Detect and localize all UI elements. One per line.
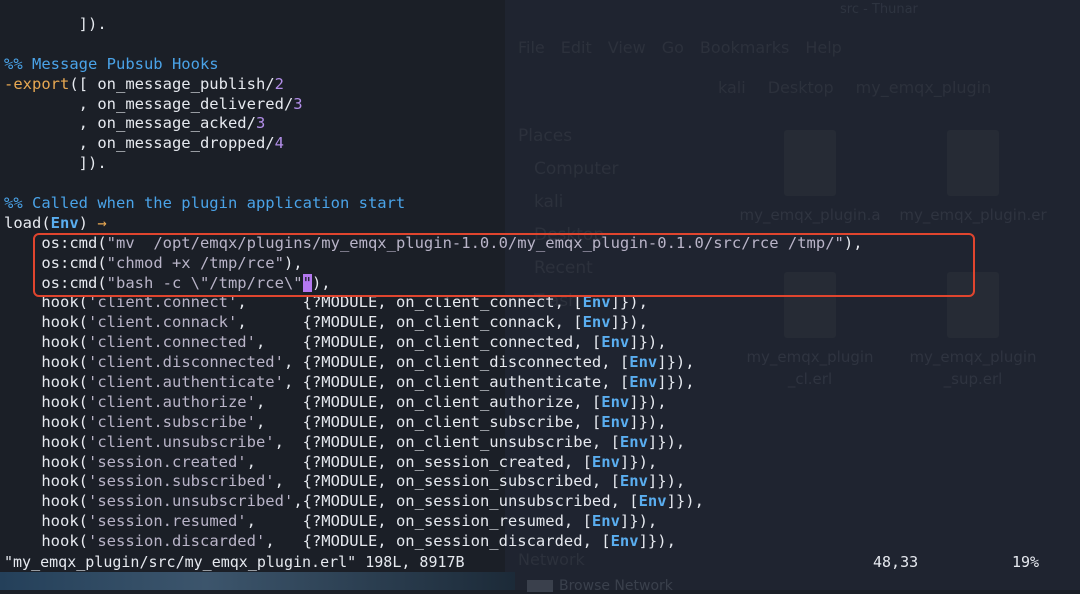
code-line: load(Env) → [4,213,107,232]
code-line: hook('session.created', {?MODULE, on_ses… [4,452,658,471]
terminal-window[interactable]: ]). %% Message Pubsub Hooks -export([ on_m… [0,0,1080,572]
code-line: %% Called when the plugin application st… [4,194,406,213]
status-file-info: "my_emqx_plugin/src/my_emqx_plugin.erl" … [4,553,465,571]
code-line: hook('client.authorize', {?MODULE, on_cl… [4,392,667,411]
network-icon [527,580,553,592]
browse-network-label: Browse Network [559,578,673,594]
code-line: hook('client.connack', {?MODULE, on_clie… [4,313,648,332]
code-line: hook('client.subscribe', {?MODULE, on_cl… [4,412,667,431]
vim-status-line: "my_emqx_plugin/src/my_emqx_plugin.erl" … [4,553,1076,571]
code-line: hook('client.disconnected', {?MODULE, on… [4,353,695,372]
code-line: hook('session.resumed', {?MODULE, on_ses… [4,512,658,531]
code-line: , on_message_delivered/3 [4,94,303,113]
code-line: hook('client.connected', {?MODULE, on_cl… [4,333,667,352]
code-line: hook('client.unsubscribe', {?MODULE, on_… [4,432,686,451]
status-cursor-position: 48,33 [873,553,919,571]
code-line: %% Message Pubsub Hooks [4,54,219,73]
code-line: ]). [4,15,107,33]
browse-network[interactable]: Browse Network [527,578,673,594]
code-line: ]). [4,154,107,173]
code-line: , on_message_acked/3 [4,114,266,133]
code-line: hook('session.discarded', {?MODULE, on_s… [4,532,676,551]
code-line: hook('client.authenticate', {?MODULE, on… [4,373,695,392]
highlight-box [33,233,975,297]
code-line: -export([ on_message_publish/2 [4,74,284,93]
code-line: hook('session.subscribed', {?MODULE, on_… [4,472,686,491]
status-scroll-percent: 19% [1012,553,1040,571]
code-line: , on_message_dropped/4 [4,134,284,153]
code-line: hook('session.unsubscribed',{?MODULE, on… [4,492,704,511]
desktop-wallpaper-strip [0,572,515,590]
